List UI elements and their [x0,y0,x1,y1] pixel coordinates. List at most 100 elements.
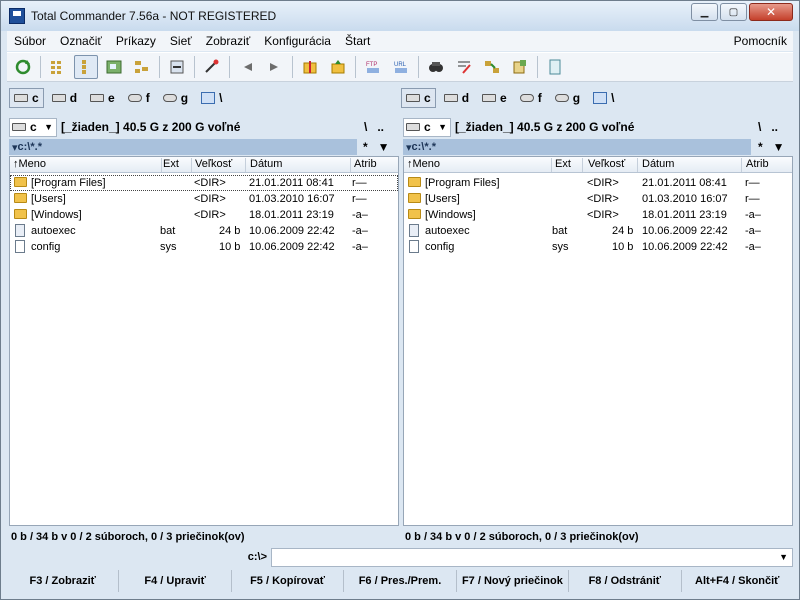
right-path-text: c:\*.* [411,141,436,153]
sort-ext-column[interactable]: Ext [163,158,179,170]
left-drive-g[interactable]: g [158,88,193,108]
file-size: <DIR> [194,177,226,189]
unpack-files-icon[interactable] [326,55,350,79]
full-view-icon[interactable] [74,55,98,79]
command-input[interactable]: ▼ [271,547,793,567]
copy-names-icon[interactable] [543,55,567,79]
left-drive-d[interactable]: d [47,88,82,108]
pack-icon[interactable] [298,55,322,79]
minimize-button[interactable]: ▁ [691,3,718,21]
menu-mark[interactable]: Označiť [53,34,109,48]
right-drive-e[interactable]: e [477,88,512,108]
left-drive-e[interactable]: e [85,88,120,108]
right-current-path[interactable]: ▾ c:\*.* [403,139,751,155]
file-row[interactable]: config sys 10 b 10.06.2009 22:42 -a– [404,239,792,255]
file-attr: -a– [352,225,368,237]
ftp-connect-icon[interactable]: FTP [361,55,385,79]
left-history-dropdown-icon[interactable]: ▼ [378,140,390,154]
column-separator [350,158,351,172]
search-icon[interactable] [424,55,448,79]
sort-attr-column[interactable]: Atrib [354,158,377,170]
menu-show[interactable]: Zobraziť [199,34,258,48]
right-drive-f[interactable]: f [515,88,547,108]
left-parent-button[interactable]: .. [377,120,384,134]
maximize-button[interactable]: ▢ [720,3,747,21]
multi-rename-icon[interactable] [452,55,476,79]
menu-file[interactable]: Súbor [7,34,53,48]
file-row[interactable]: [Users] <DIR> 01.03.2010 16:07 r— [404,191,792,207]
cd-drive-icon [519,94,534,102]
drive-label: c [32,91,39,105]
file-attr: -a– [745,241,761,253]
right-parent-button[interactable]: .. [771,120,778,134]
notepad-icon[interactable] [508,55,532,79]
altf4-exit-button[interactable]: Alt+F4 / Skončiť [682,570,793,592]
left-drive-network[interactable]: \ [196,88,227,108]
invert-selection-icon[interactable] [165,55,189,79]
forward-icon[interactable] [263,55,287,79]
f6-move-button[interactable]: F6 / Pres./Prem. [344,570,457,592]
file-row[interactable]: [Program Files] <DIR> 21.01.2011 08:41 r… [10,175,398,191]
file-row[interactable]: [Windows] <DIR> 18.01.2011 23:19 -a– [404,207,792,223]
f5-copy-button[interactable]: F5 / Kopírovať [232,570,345,592]
file-row[interactable]: autoexec bat 24 b 10.06.2009 22:42 -a– [404,223,792,239]
left-root-button[interactable]: \ [364,120,367,134]
file-row[interactable]: [Program Files] <DIR> 21.01.2011 08:41 r… [404,175,792,191]
sort-size-column[interactable]: Veľkosť [195,158,232,170]
right-filter-button[interactable]: * [758,140,763,154]
file-row[interactable]: [Windows] <DIR> 18.01.2011 23:19 -a– [10,207,398,223]
unpack-icon[interactable] [200,55,224,79]
left-file-panel[interactable]: ↑Meno Ext Veľkosť Dátum Atrib [Program F… [9,156,399,526]
menu-start[interactable]: Štart [338,34,377,48]
file-row[interactable]: config sys 10 b 10.06.2009 22:42 -a– [10,239,398,255]
sort-name-column[interactable]: ↑Meno [407,158,557,170]
menu-help[interactable]: Pomocník [734,34,793,48]
right-history-dropdown-icon[interactable]: ▼ [773,140,785,154]
f3-view-button[interactable]: F3 / Zobraziť [7,570,120,592]
menu-configuration[interactable]: Konfigurácia [257,34,338,48]
left-filter-button[interactable]: * [363,140,368,154]
f7-new-folder-button[interactable]: F7 / Nový priečinok [457,570,570,592]
file-name: autoexec [31,225,76,237]
sort-date-column[interactable]: Dátum [642,158,674,170]
chevron-down-icon[interactable]: ▼ [779,552,788,562]
sort-attr-column[interactable]: Atrib [746,158,769,170]
right-drive-g[interactable]: g [550,88,585,108]
file-row[interactable]: [Users] <DIR> 01.03.2010 16:07 r— [10,191,398,207]
thumbnail-view-icon[interactable] [102,55,126,79]
title-bar[interactable]: Total Commander 7.56a - NOT REGISTERED ▁… [1,1,799,31]
right-drive-select[interactable]: c ▼ [403,117,451,137]
cd-drive-icon [554,94,569,102]
sort-ext-column[interactable]: Ext [555,158,571,170]
left-drive-select[interactable]: c ▼ [9,117,57,137]
f8-delete-button[interactable]: F8 / Odstrániť [569,570,682,592]
file-ext: sys [160,241,177,253]
refresh-icon[interactable] [11,55,35,79]
left-drive-c[interactable]: c [9,88,44,108]
menu-commands[interactable]: Príkazy [109,34,163,48]
file-row[interactable]: autoexec bat 24 b 10.06.2009 22:42 -a– [10,223,398,239]
sort-date-column[interactable]: Dátum [250,158,282,170]
menu-net[interactable]: Sieť [163,34,199,48]
right-drive-network[interactable]: \ [588,88,619,108]
toolbar-separator [355,56,356,78]
back-icon[interactable] [235,55,259,79]
brief-view-icon[interactable] [46,55,70,79]
left-current-path[interactable]: ▾ c:\*.* [9,139,357,155]
command-line: c:\> ▼ [7,547,793,567]
right-drive-c[interactable]: c [401,88,436,108]
left-drive-f[interactable]: f [123,88,155,108]
tree-view-icon[interactable] [130,55,154,79]
right-drive-d[interactable]: d [439,88,474,108]
right-root-button[interactable]: \ [758,120,761,134]
right-file-panel[interactable]: ↑Meno Ext Veľkosť Dátum Atrib [Program F… [403,156,793,526]
sync-dirs-icon[interactable] [480,55,504,79]
f4-edit-button[interactable]: F4 / Upraviť [119,570,232,592]
file-size: <DIR> [194,209,226,221]
sort-name-column[interactable]: ↑Meno [13,158,163,170]
left-drive-info: [_žiaden_] 40.5 G z 200 G voľné [61,120,241,134]
sort-size-column[interactable]: Veľkosť [588,158,625,170]
url-connect-icon[interactable]: URL [389,55,413,79]
drive-label: d [461,91,470,105]
close-button[interactable]: ✕ [749,3,793,21]
